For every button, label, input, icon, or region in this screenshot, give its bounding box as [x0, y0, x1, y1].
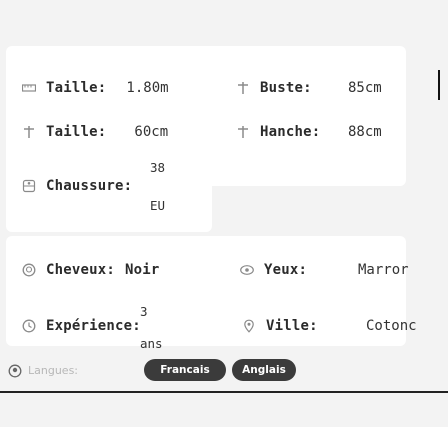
hair-field: Cheveux: Noir — [22, 262, 160, 278]
language-badge-anglais[interactable]: Anglais — [232, 359, 296, 381]
globe-icon — [8, 363, 22, 378]
hip-field: Hanche: — [236, 124, 320, 140]
hair-label: Cheveux: — [46, 262, 116, 278]
height-label: Taille: — [46, 80, 107, 96]
hanger-icon — [236, 81, 250, 95]
hip-value: 88cm — [348, 124, 382, 140]
shoe-icon — [22, 179, 36, 193]
languages-label: Langues: — [28, 364, 78, 377]
bust-value: 85cm — [348, 80, 382, 96]
waist-label: Taille: — [46, 124, 107, 140]
eye-icon — [240, 263, 254, 277]
shoe-size-value: 38 — [150, 160, 166, 175]
city-label: Ville: — [266, 318, 318, 334]
location-pin-icon — [242, 319, 256, 333]
eyes-label: Yeux: — [264, 262, 308, 278]
waist-value: 60cm — [134, 124, 169, 140]
height-value: 1.80m — [126, 80, 169, 96]
bust-field: Buste: — [236, 80, 312, 96]
eyes-value: Marror — [358, 262, 409, 278]
shoe-field: Chaussure: — [22, 178, 132, 194]
languages-bar: Langues: Francais Anglais — [0, 352, 448, 390]
clock-icon — [22, 319, 36, 333]
bottom-divider — [0, 391, 448, 393]
row-waist-hip: Taille: 60cm — [22, 124, 168, 140]
hanger-icon — [22, 125, 36, 139]
ruler-icon — [22, 81, 36, 95]
experience-unit: ans — [140, 336, 163, 351]
city-field: Ville: — [242, 318, 318, 334]
city-value: Cotonc — [366, 318, 417, 334]
experience-label: Expérience: — [46, 318, 141, 334]
experience-field: Expérience: — [22, 318, 141, 334]
vertical-divider — [438, 70, 440, 100]
shoe-size-unit: EU — [150, 198, 166, 213]
hip-label: Hanche: — [260, 124, 321, 140]
eyes-field: Yeux: — [240, 262, 307, 278]
row-height-bust: Taille: 1.80m — [22, 80, 169, 96]
face-icon — [22, 263, 36, 277]
experience-number: 3 — [140, 304, 148, 319]
language-badge-francais[interactable]: Francais — [144, 359, 226, 381]
shoe-label: Chaussure: — [46, 178, 133, 194]
bust-label: Buste: — [260, 80, 312, 96]
hanger-icon — [236, 125, 250, 139]
hair-value: Noir — [125, 262, 160, 278]
